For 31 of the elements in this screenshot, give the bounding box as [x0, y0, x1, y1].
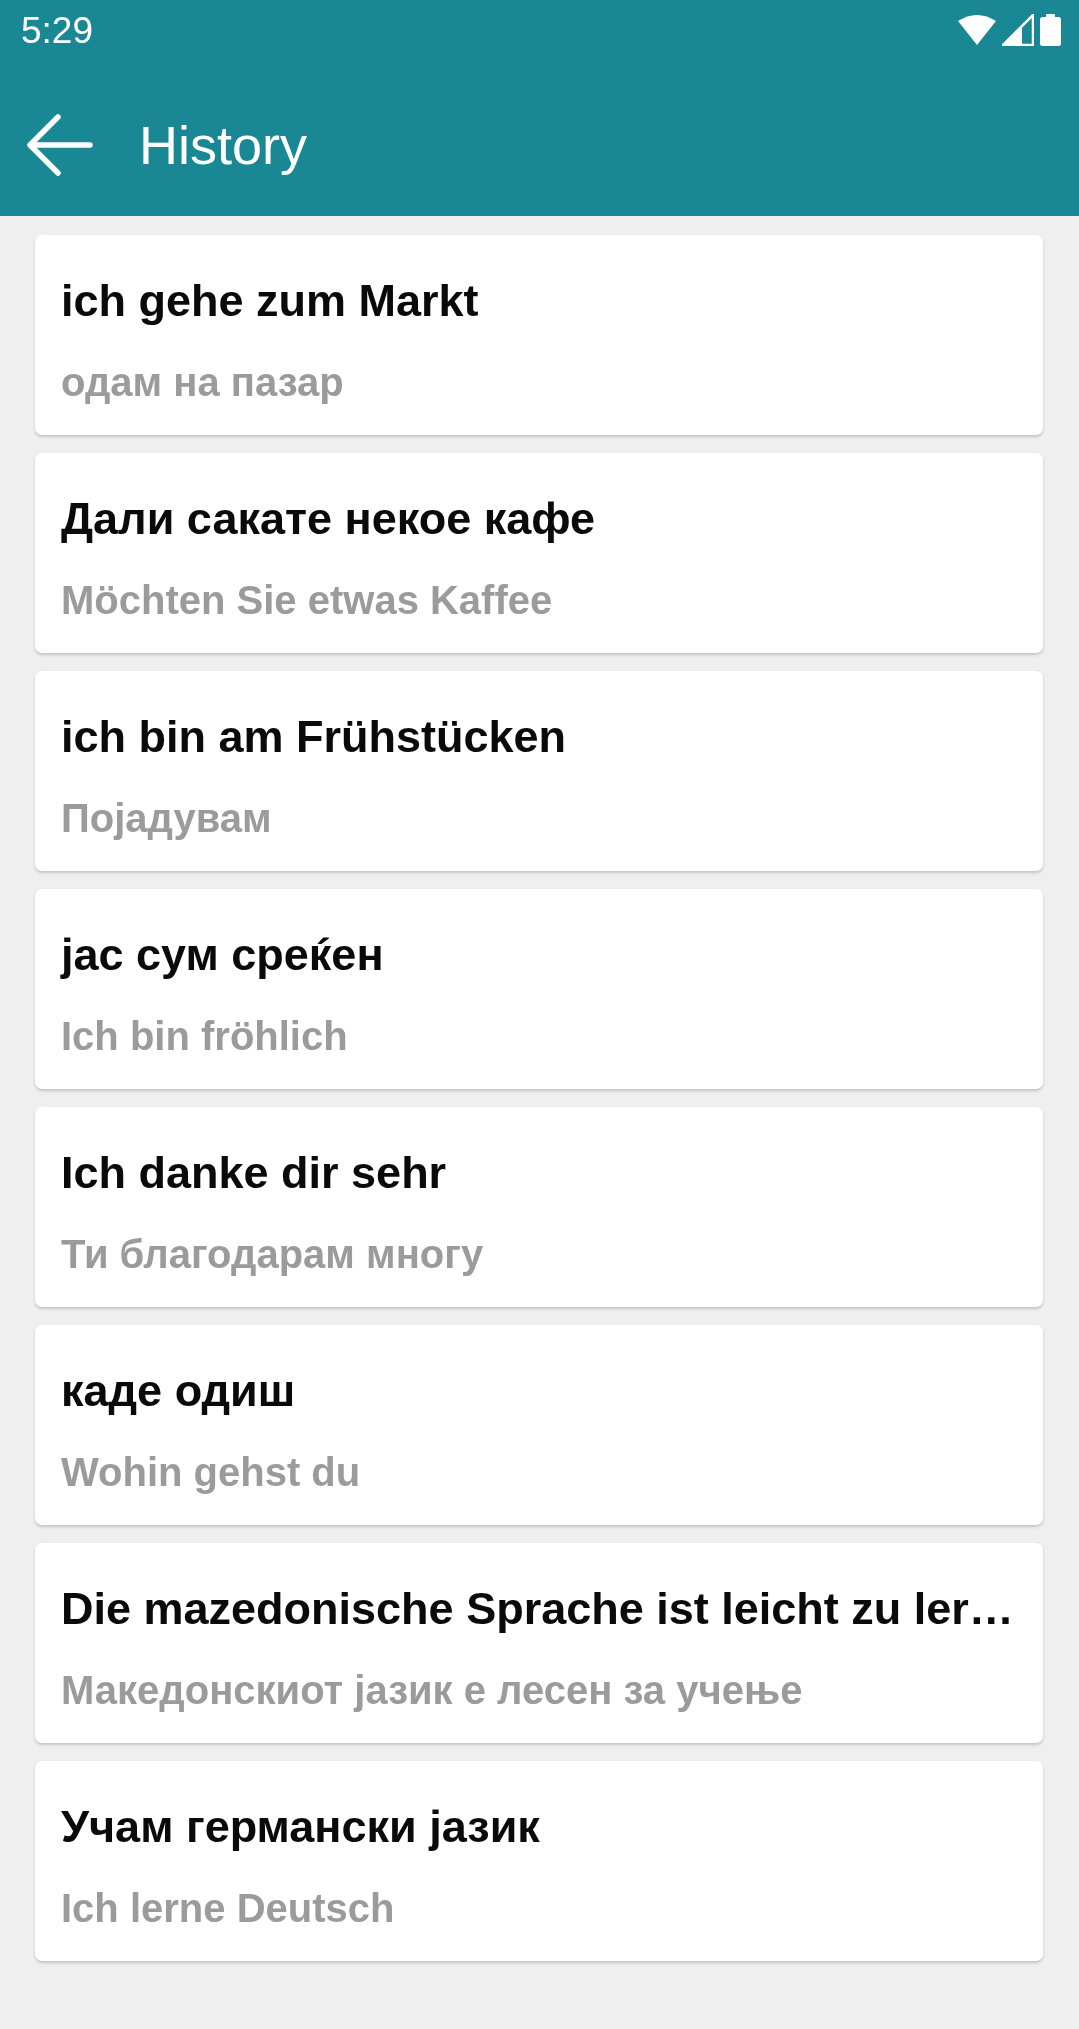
history-card[interactable]: Дали сакате некое кафе Möchten Sie etwas Kaffee: [35, 453, 1043, 653]
translation-text: одам на пазар: [61, 358, 345, 405]
translation-text: Ich bin fröhlich: [61, 1012, 349, 1059]
phrase-text: Дали сакате некое кафе: [61, 493, 597, 545]
history-card[interactable]: каде одиш Wohin gehst du: [35, 1325, 1043, 1525]
phrase-text: ich gehe zum Markt: [61, 275, 480, 327]
wifi-icon: [958, 15, 996, 45]
phrase-text: јас сум среќен: [61, 929, 385, 981]
phrase-text: каде одиш: [61, 1365, 297, 1417]
history-card[interactable]: Ich danke dir sehr Ти благодарам многу: [35, 1107, 1043, 1307]
phrase-text: ich bin am Frühstücken: [61, 711, 568, 763]
history-card[interactable]: Учам германски јазик Ich lerne Deutsch: [35, 1761, 1043, 1961]
status-time: 5:29: [21, 11, 93, 49]
history-card[interactable]: Die mazedonische Sprache ist leicht zu ler… Македонскиот јазик е лесен за учење: [35, 1543, 1043, 1743]
battery-icon: [1040, 14, 1061, 46]
translation-text: Möchten Sie etwas Kaffee: [61, 576, 554, 623]
phrase-text: Учам германски јазик: [61, 1801, 541, 1853]
translation-text: Wohin gehst du: [61, 1448, 362, 1495]
history-card[interactable]: јас сум среќен Ich bin fröhlich: [35, 889, 1043, 1089]
history-card[interactable]: ich gehe zum Markt одам на пазар: [35, 235, 1043, 435]
translation-text: Ти благодарам многу: [61, 1230, 485, 1277]
signal-icon: [1002, 14, 1034, 46]
translation-text: Ich lerne Deutsch: [61, 1884, 396, 1931]
history-card[interactable]: ich bin am Frühstücken Појадувам: [35, 671, 1043, 871]
translation-text: Македонскиот јазик е лесен за учење: [61, 1666, 804, 1713]
screen-title: History: [139, 113, 307, 177]
back-arrow-icon: [27, 114, 93, 176]
phrase-text: Ich danke dir sehr: [61, 1147, 448, 1199]
back-button[interactable]: [27, 114, 93, 176]
phrase-text: Die mazedonische Sprache ist leicht zu ler…: [61, 1583, 1015, 1635]
translation-text: Појадувам: [61, 794, 273, 841]
